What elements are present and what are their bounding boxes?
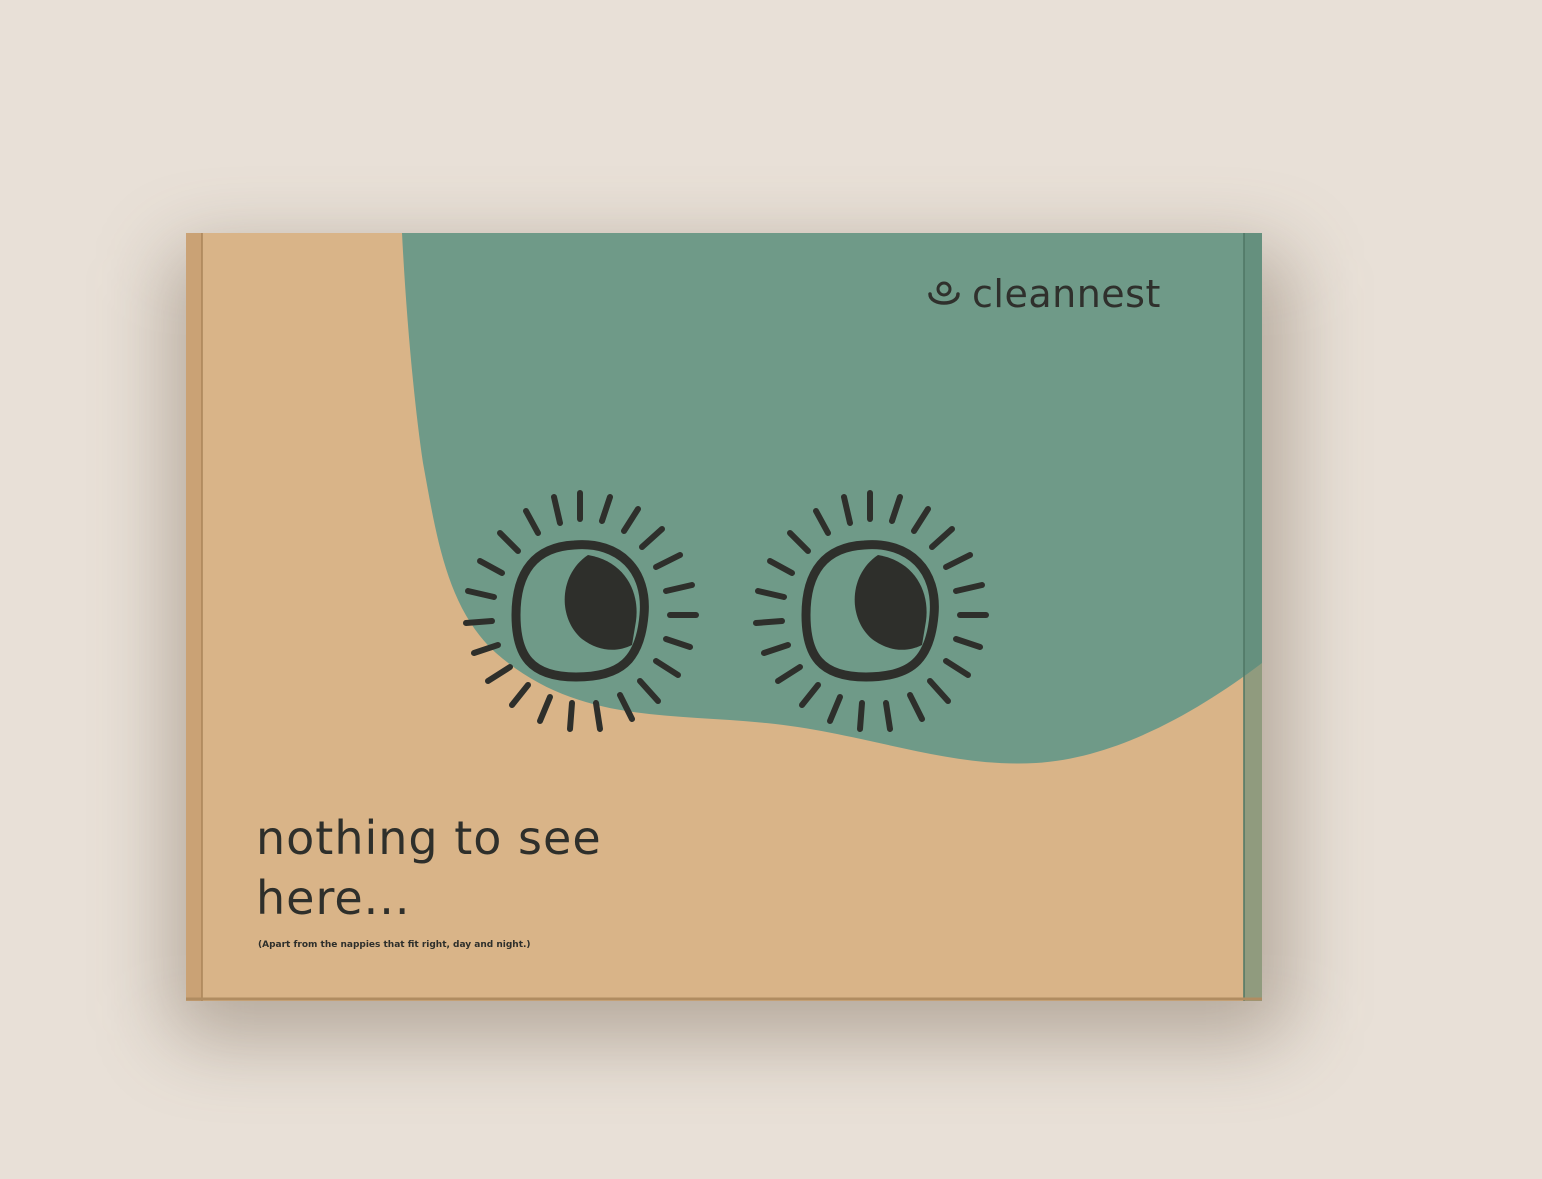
subline: (Apart from the nappies that fit right, … [258, 940, 531, 950]
brand-logo: cleannest [926, 275, 1161, 313]
shipping-box: cleannest nothing to see here... (Apart … [186, 233, 1262, 1001]
smiley-nest-logo-icon [928, 281, 960, 305]
left-flap-edge [186, 233, 202, 1001]
headline-line-1: nothing to see [256, 811, 602, 865]
brand-name: cleannest [972, 272, 1161, 316]
product-photo: cleannest nothing to see here... (Apart … [0, 0, 1542, 1179]
right-flap-edge [1244, 233, 1262, 1001]
headline: nothing to see here... [256, 808, 602, 928]
headline-line-2: here... [256, 871, 411, 925]
